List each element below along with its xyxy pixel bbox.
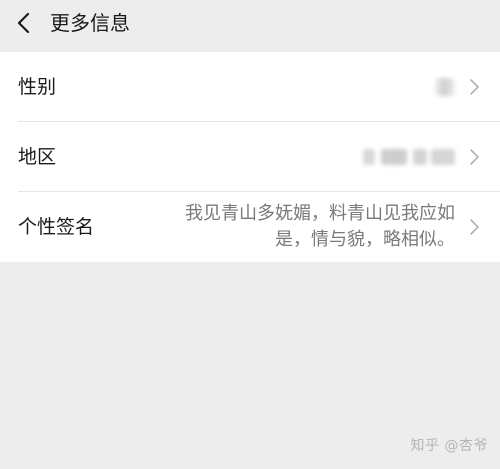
back-button[interactable] bbox=[10, 8, 40, 38]
chevron-right-icon bbox=[469, 78, 480, 96]
region-row[interactable]: 地区 bbox=[0, 122, 500, 192]
chevron-right-icon bbox=[469, 148, 480, 166]
signature-line-2: 是，情与貌，略相似。 bbox=[275, 229, 455, 250]
signature-value: 我见青山多妩媚，料青山见我应如 是，情与貌，略相似。 bbox=[135, 201, 455, 253]
signature-row[interactable]: 个性签名 我见青山多妩媚，料青山见我应如 是，情与貌，略相似。 bbox=[0, 192, 500, 262]
info-list: 性别 地区 个性签名 我见青山多妩媚，料青山见我应如 是，情与貌，略相似。 bbox=[0, 52, 500, 262]
page-title: 更多信息 bbox=[50, 11, 130, 35]
signature-label: 个性签名 bbox=[18, 216, 95, 238]
gender-label: 性别 bbox=[18, 76, 57, 98]
region-value-blurred bbox=[363, 147, 455, 167]
chevron-left-icon bbox=[10, 8, 40, 38]
top-bar: 更多信息 bbox=[0, 0, 500, 52]
watermark: 知乎 @杏爷 bbox=[410, 438, 488, 454]
chevron-right-icon bbox=[469, 218, 480, 236]
gender-value-blurred bbox=[435, 78, 455, 96]
gender-row[interactable]: 性别 bbox=[0, 52, 500, 122]
signature-line-1: 我见青山多妩媚，料青山见我应如 bbox=[185, 203, 455, 224]
region-label: 地区 bbox=[18, 146, 57, 168]
